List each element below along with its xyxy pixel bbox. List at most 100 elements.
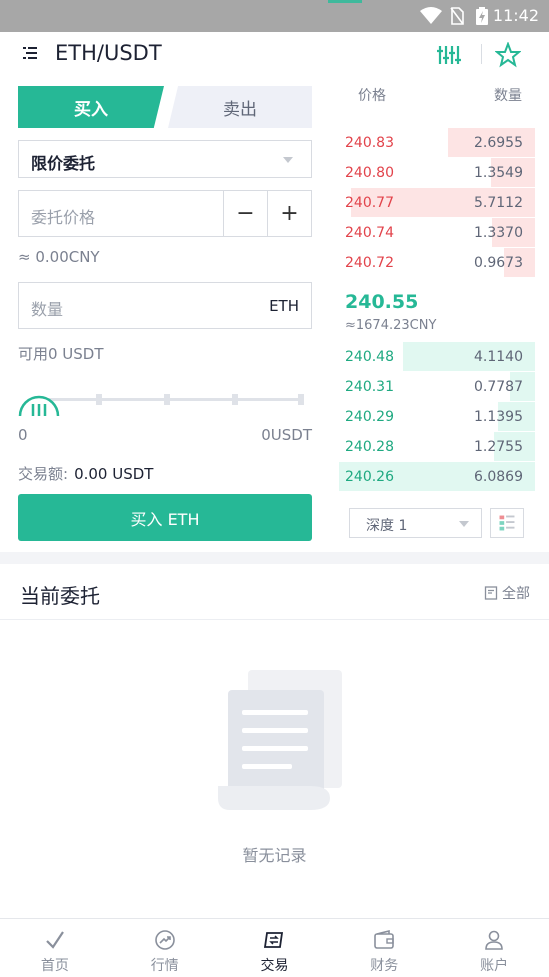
tab-finance-label: 财务 — [370, 958, 399, 974]
bid-price: 240.29 — [345, 409, 394, 425]
trend-icon — [154, 930, 175, 950]
clock: 11:42 — [492, 6, 539, 25]
price-placeholder: 委托价格 — [31, 208, 96, 227]
kline-settings-icon[interactable] — [436, 42, 462, 68]
page-title[interactable]: ETH/USDT — [55, 41, 162, 65]
orderbook-price-header: 价格 — [358, 88, 386, 104]
last-price[interactable]: 240.55 — [345, 291, 418, 313]
bottom-tab-bar: 首页 行情 交易 财务 账户 — [0, 918, 549, 977]
ask-row[interactable]: 240.72 0.9673 — [339, 248, 535, 278]
bid-quantity: 0.7787 — [474, 379, 523, 395]
divider — [0, 619, 549, 620]
ask-price: 240.74 — [345, 225, 394, 241]
caret-down-icon — [283, 157, 293, 163]
tab-buy[interactable]: 买入 — [18, 86, 164, 128]
order-type-select[interactable]: 限价委托 — [18, 140, 312, 178]
bid-price: 240.48 — [345, 349, 394, 365]
exchange-icon — [264, 932, 284, 948]
menu-icon[interactable] — [22, 45, 38, 61]
buy-eth-button[interactable]: 买入 ETH — [18, 494, 312, 541]
tab-trade[interactable]: 交易 — [220, 919, 330, 977]
tab-trade-label: 交易 — [260, 958, 289, 974]
trade-side-tabs: 买入 卖出 — [18, 86, 312, 128]
bid-row[interactable]: 240.28 1.2755 — [339, 432, 535, 462]
trade-amount: 交易额: 0.00 USDT — [18, 463, 153, 484]
ask-quantity: 2.6955 — [474, 135, 523, 151]
ask-quantity: 1.3549 — [474, 165, 523, 181]
wifi-icon — [420, 7, 442, 24]
orderbook-layout-icon[interactable] — [490, 508, 524, 538]
ask-price: 240.77 — [345, 195, 394, 211]
ask-quantity: 5.7112 — [474, 195, 523, 211]
header-divider — [481, 44, 482, 64]
ask-quantity: 1.3370 — [474, 225, 523, 241]
bid-row[interactable]: 240.31 0.7787 — [339, 372, 535, 402]
amount-slider[interactable] — [18, 380, 312, 417]
bid-quantity: 1.1395 — [474, 409, 523, 425]
wallet-icon — [374, 929, 395, 949]
orderbook-qty-header: 数量 — [494, 88, 522, 104]
bid-price: 240.31 — [345, 379, 394, 395]
document-icon — [484, 586, 498, 600]
ask-row[interactable]: 240.74 1.3370 — [339, 218, 535, 248]
empty-records-text: 暂无记录 — [242, 846, 307, 865]
tab-sell[interactable]: 卖出 — [168, 86, 312, 128]
ask-quantity: 0.9673 — [474, 255, 523, 271]
tab-market-label: 行情 — [150, 958, 179, 974]
slider-track[interactable] — [38, 398, 304, 401]
slider-tick[interactable] — [298, 394, 304, 405]
last-price-cny: ≈1674.23CNY — [345, 318, 437, 333]
depth-value: 深度 1 — [366, 518, 408, 534]
check-icon — [46, 931, 64, 949]
bid-row[interactable]: 240.26 6.0869 — [339, 462, 535, 492]
tab-home-label: 首页 — [40, 958, 69, 974]
battery-icon — [476, 7, 488, 25]
cny-estimate: ≈ 0.00CNY — [18, 248, 100, 266]
quantity-unit: ETH — [269, 297, 299, 315]
caret-down-icon — [459, 521, 469, 527]
price-input[interactable]: 委托价格 − + — [18, 190, 312, 237]
star-icon[interactable] — [495, 42, 521, 68]
all-orders-label: 全部 — [502, 586, 530, 602]
tab-market[interactable]: 行情 — [110, 919, 220, 977]
price-increase-button[interactable]: + — [267, 191, 311, 236]
user-icon — [485, 930, 503, 950]
status-bar: 11:42 — [0, 0, 549, 32]
slider-min-label: 0 — [18, 426, 28, 444]
bid-quantity: 4.1140 — [474, 349, 523, 365]
tab-home[interactable]: 首页 — [0, 919, 110, 977]
empty-records-illustration — [218, 670, 342, 810]
bid-quantity: 1.2755 — [474, 439, 523, 455]
tab-finance[interactable]: 财务 — [329, 919, 439, 977]
header: ETH/USDT — [0, 32, 549, 76]
bid-price: 240.26 — [345, 469, 394, 485]
bid-row[interactable]: 240.29 1.1395 — [339, 402, 535, 432]
slider-tick[interactable] — [164, 394, 170, 405]
available-balance: 可用0 USDT — [18, 345, 104, 363]
tab-account-label: 账户 — [480, 958, 509, 974]
ask-price: 240.83 — [345, 135, 394, 151]
slider-handle[interactable] — [18, 380, 60, 422]
current-orders-title: 当前委托 — [20, 584, 100, 608]
slider-tick[interactable] — [232, 394, 238, 405]
quantity-input[interactable]: 数量 ETH — [18, 282, 312, 329]
depth-select[interactable]: 深度 1 — [349, 508, 482, 538]
ask-row[interactable]: 240.77 5.7112 — [339, 188, 535, 218]
trade-amount-label: 交易额: — [18, 465, 69, 483]
ask-price: 240.72 — [345, 255, 394, 271]
bid-quantity: 6.0869 — [474, 469, 523, 485]
ask-row[interactable]: 240.83 2.6955 — [339, 128, 535, 158]
tab-account[interactable]: 账户 — [439, 919, 549, 977]
bid-row[interactable]: 240.48 4.1140 — [339, 342, 535, 372]
section-separator — [0, 552, 549, 564]
all-orders-link[interactable]: 全部 — [484, 583, 530, 603]
order-type-value: 限价委托 — [31, 154, 96, 173]
trade-amount-value: 0.00 USDT — [74, 465, 154, 483]
no-sim-icon — [450, 7, 464, 25]
price-decrease-button[interactable]: − — [223, 191, 267, 236]
slider-tick[interactable] — [96, 394, 102, 405]
ask-row[interactable]: 240.80 1.3549 — [339, 158, 535, 188]
ask-price: 240.80 — [345, 165, 394, 181]
bid-price: 240.28 — [345, 439, 394, 455]
quantity-placeholder: 数量 — [31, 300, 64, 319]
